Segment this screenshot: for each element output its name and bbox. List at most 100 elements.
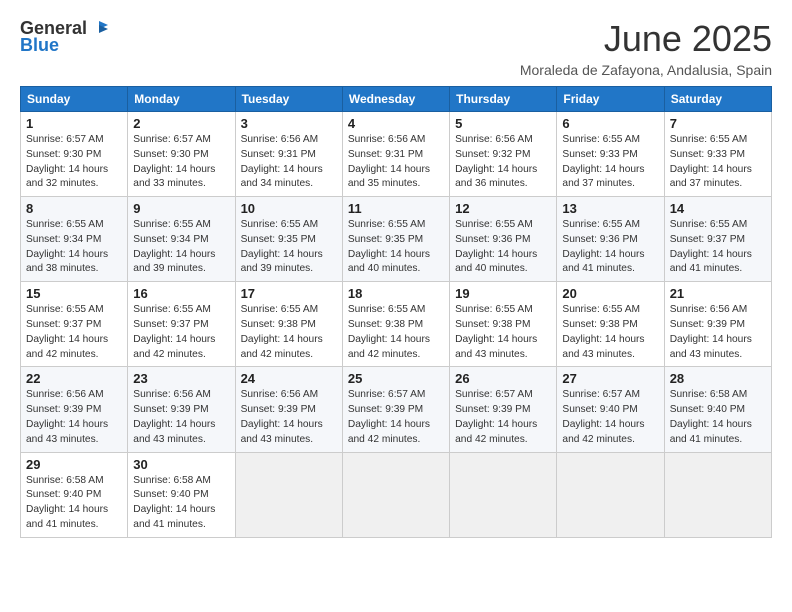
day-number: 6 [562, 116, 658, 131]
calendar-row-3: 22 Sunrise: 6:56 AM Sunset: 9:39 PM Dayli… [21, 367, 772, 452]
day-info: Sunrise: 6:57 AM Sunset: 9:30 PM Dayligh… [133, 133, 229, 192]
table-row: 21 Sunrise: 6:56 AM Sunset: 9:39 PM Dayli… [664, 282, 771, 367]
day-number: 11 [348, 201, 444, 216]
table-row: 4Sunrise: 6:56 AM Sunset: 9:31 PM Daylig… [342, 112, 449, 197]
day-number: 30 [133, 457, 229, 472]
calendar-table: Sunday Monday Tuesday Wednesday Thursday… [20, 86, 772, 538]
col-wednesday: Wednesday [342, 87, 449, 112]
col-friday: Friday [557, 87, 664, 112]
table-row: 22Sunrise: 6:56 AM Sunset: 9:39 PM Dayli… [21, 367, 128, 452]
day-number: 18 [348, 286, 444, 301]
day-info: Sunrise: 6:55 AM Sunset: 9:36 PM Dayligh… [455, 218, 551, 277]
day-number: 29 [26, 457, 122, 472]
day-number: 20 [562, 286, 658, 301]
calendar-row-2: 15 Sunrise: 6:55 AM Sunset: 9:37 PM Dayli… [21, 282, 772, 367]
day-info: Sunrise: 6:55 AM Sunset: 9:37 PM Dayligh… [26, 303, 122, 362]
col-saturday: Saturday [664, 87, 771, 112]
table-row [557, 452, 664, 537]
day-number: 28 [670, 371, 766, 386]
day-number: 14 [670, 201, 766, 216]
day-number: 1 [26, 116, 122, 131]
day-number: 7 [670, 116, 766, 131]
day-info: Sunrise: 6:55 AM Sunset: 9:38 PM Dayligh… [241, 303, 337, 362]
day-info: Sunrise: 6:56 AM Sunset: 9:31 PM Dayligh… [348, 133, 444, 192]
day-info: Sunrise: 6:56 AM Sunset: 9:39 PM Dayligh… [241, 388, 337, 447]
day-info: Sunrise: 6:57 AM Sunset: 9:30 PM Dayligh… [26, 133, 122, 192]
calendar-row-4: 29 Sunrise: 6:58 AM Sunset: 9:40 PM Dayli… [21, 452, 772, 537]
day-info: Sunrise: 6:55 AM Sunset: 9:38 PM Dayligh… [455, 303, 551, 362]
page: General Blue June 2025 Moraleda de Zafay… [0, 0, 792, 612]
table-row [235, 452, 342, 537]
day-info: Sunrise: 6:56 AM Sunset: 9:39 PM Dayligh… [133, 388, 229, 447]
table-row: 1 Sunrise: 6:57 AM Sunset: 9:30 PM Daylig… [21, 112, 128, 197]
table-row: 30 Sunrise: 6:58 AM Sunset: 9:40 PM Dayli… [128, 452, 235, 537]
col-monday: Monday [128, 87, 235, 112]
day-info: Sunrise: 6:55 AM Sunset: 9:35 PM Dayligh… [348, 218, 444, 277]
day-info: Sunrise: 6:58 AM Sunset: 9:40 PM Dayligh… [670, 388, 766, 447]
table-row: 5 Sunrise: 6:56 AM Sunset: 9:32 PM Daylig… [450, 112, 557, 197]
calendar-title: June 2025 [520, 18, 772, 60]
day-info: Sunrise: 6:55 AM Sunset: 9:33 PM Dayligh… [562, 133, 658, 192]
day-number: 15 [26, 286, 122, 301]
day-info: Sunrise: 6:56 AM Sunset: 9:39 PM Dayligh… [670, 303, 766, 362]
day-number: 22 [26, 371, 122, 386]
table-row: 3 Sunrise: 6:56 AM Sunset: 9:31 PM Daylig… [235, 112, 342, 197]
day-number: 10 [241, 201, 337, 216]
day-number: 8 [26, 201, 122, 216]
table-row: 8 Sunrise: 6:55 AM Sunset: 9:34 PM Daylig… [21, 197, 128, 282]
table-row: 25 Sunrise: 6:57 AM Sunset: 9:39 PM Dayli… [342, 367, 449, 452]
table-row: 27Sunrise: 6:57 AM Sunset: 9:40 PM Dayli… [557, 367, 664, 452]
day-number: 3 [241, 116, 337, 131]
table-row: 13 Sunrise: 6:55 AM Sunset: 9:36 PM Dayli… [557, 197, 664, 282]
calendar-subtitle: Moraleda de Zafayona, Andalusia, Spain [520, 62, 772, 78]
table-row: 6 Sunrise: 6:55 AM Sunset: 9:33 PM Daylig… [557, 112, 664, 197]
table-row: 16 Sunrise: 6:55 AM Sunset: 9:37 PM Dayli… [128, 282, 235, 367]
day-number: 16 [133, 286, 229, 301]
day-info: Sunrise: 6:56 AM Sunset: 9:31 PM Dayligh… [241, 133, 337, 192]
calendar-row-0: 1 Sunrise: 6:57 AM Sunset: 9:30 PM Daylig… [21, 112, 772, 197]
table-row: 9 Sunrise: 6:55 AM Sunset: 9:34 PM Daylig… [128, 197, 235, 282]
col-tuesday: Tuesday [235, 87, 342, 112]
day-info: Sunrise: 6:55 AM Sunset: 9:34 PM Dayligh… [133, 218, 229, 277]
col-thursday: Thursday [450, 87, 557, 112]
table-row: 23 Sunrise: 6:56 AM Sunset: 9:39 PM Dayli… [128, 367, 235, 452]
day-number: 12 [455, 201, 551, 216]
day-info: Sunrise: 6:55 AM Sunset: 9:33 PM Dayligh… [670, 133, 766, 192]
day-info: Sunrise: 6:57 AM Sunset: 9:40 PM Dayligh… [562, 388, 658, 447]
table-row: 14 Sunrise: 6:55 AM Sunset: 9:37 PM Dayli… [664, 197, 771, 282]
day-info: Sunrise: 6:58 AM Sunset: 9:40 PM Dayligh… [26, 474, 122, 533]
table-row: 24 Sunrise: 6:56 AM Sunset: 9:39 PM Dayli… [235, 367, 342, 452]
day-number: 25 [348, 371, 444, 386]
day-info: Sunrise: 6:55 AM Sunset: 9:36 PM Dayligh… [562, 218, 658, 277]
day-number: 17 [241, 286, 337, 301]
table-row: 2Sunrise: 6:57 AM Sunset: 9:30 PM Daylig… [128, 112, 235, 197]
day-number: 13 [562, 201, 658, 216]
day-number: 5 [455, 116, 551, 131]
day-number: 9 [133, 201, 229, 216]
day-info: Sunrise: 6:58 AM Sunset: 9:40 PM Dayligh… [133, 474, 229, 533]
day-info: Sunrise: 6:55 AM Sunset: 9:37 PM Dayligh… [670, 218, 766, 277]
logo: General Blue [20, 18, 108, 56]
table-row: 20Sunrise: 6:55 AM Sunset: 9:38 PM Dayli… [557, 282, 664, 367]
day-number: 23 [133, 371, 229, 386]
day-info: Sunrise: 6:55 AM Sunset: 9:37 PM Dayligh… [133, 303, 229, 362]
table-row [664, 452, 771, 537]
logo-flag-icon [90, 19, 108, 37]
day-number: 24 [241, 371, 337, 386]
table-row [450, 452, 557, 537]
day-info: Sunrise: 6:57 AM Sunset: 9:39 PM Dayligh… [348, 388, 444, 447]
header-row: Sunday Monday Tuesday Wednesday Thursday… [21, 87, 772, 112]
table-row: 7 Sunrise: 6:55 AM Sunset: 9:33 PM Daylig… [664, 112, 771, 197]
calendar-row-1: 8 Sunrise: 6:55 AM Sunset: 9:34 PM Daylig… [21, 197, 772, 282]
day-number: 19 [455, 286, 551, 301]
table-row: 17 Sunrise: 6:55 AM Sunset: 9:38 PM Dayli… [235, 282, 342, 367]
title-block: June 2025 Moraleda de Zafayona, Andalusi… [520, 18, 772, 78]
table-row [342, 452, 449, 537]
day-info: Sunrise: 6:55 AM Sunset: 9:35 PM Dayligh… [241, 218, 337, 277]
day-info: Sunrise: 6:55 AM Sunset: 9:34 PM Dayligh… [26, 218, 122, 277]
day-number: 21 [670, 286, 766, 301]
logo-blue: Blue [20, 35, 59, 56]
table-row: 19 Sunrise: 6:55 AM Sunset: 9:38 PM Dayli… [450, 282, 557, 367]
day-info: Sunrise: 6:56 AM Sunset: 9:32 PM Dayligh… [455, 133, 551, 192]
day-info: Sunrise: 6:57 AM Sunset: 9:39 PM Dayligh… [455, 388, 551, 447]
